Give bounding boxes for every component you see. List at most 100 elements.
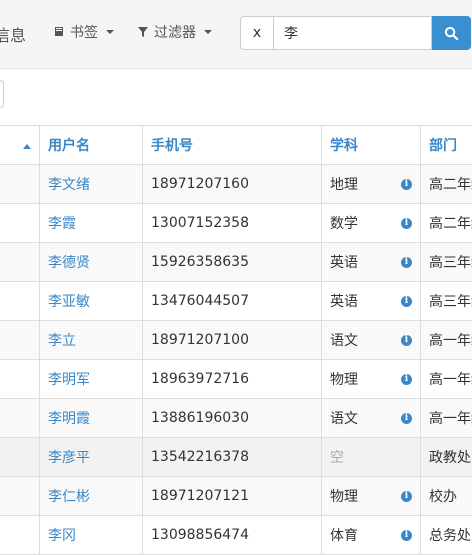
username-link[interactable]: 李立	[40, 321, 143, 360]
username-link[interactable]: 李亚敏	[40, 282, 143, 321]
page-title: 信息	[0, 22, 26, 46]
subject-label: 体育	[330, 525, 358, 545]
subject-label: 英语	[330, 291, 358, 311]
table-row[interactable]: 李仁彬18971207121 物理 i 校办	[0, 477, 472, 516]
row-checkbox-cell[interactable]	[0, 204, 40, 243]
column-header-sort[interactable]	[0, 126, 40, 165]
table-row[interactable]: 李德贤15926358635英语i高三年级	[0, 243, 472, 282]
subject-label: 数学	[330, 213, 358, 233]
table-row[interactable]: 李文绪18971207160 地理 i 高二年级	[0, 165, 472, 204]
search-button[interactable]	[432, 16, 471, 50]
department-cell: 总务处	[421, 516, 472, 555]
username-link[interactable]: 李彦平	[40, 438, 143, 477]
filter-label: 过滤器	[154, 22, 196, 42]
subject-cell: 物理 i	[322, 360, 421, 399]
phone-cell: 15926358635	[143, 243, 322, 282]
caret-down-icon	[106, 30, 114, 34]
sort-up-icon	[23, 144, 31, 149]
subject-cell: 英语 i	[322, 282, 421, 321]
username-link[interactable]: 李明霞	[40, 399, 143, 438]
phone-cell: 18971207121	[143, 477, 322, 516]
department-cell: 高三年级	[421, 243, 472, 282]
info-icon[interactable]: i	[401, 530, 412, 541]
row-checkbox-cell[interactable]	[0, 243, 40, 282]
department-cell: 高二年级	[421, 204, 472, 243]
info-icon[interactable]: i	[401, 335, 412, 346]
subject-cell: 体育 i	[322, 516, 421, 555]
department-cell: 高一年级	[421, 321, 472, 360]
subject-cell: 语文 i	[322, 321, 421, 360]
department-cell: 高一年级	[421, 399, 472, 438]
subject-cell: 地理 i	[322, 165, 421, 204]
department-cell: 高一年级	[421, 360, 472, 399]
username-link[interactable]: 李仁彬	[40, 477, 143, 516]
table-row[interactable]: 李彦平13542216378空政教处	[0, 438, 472, 477]
row-checkbox-cell[interactable]	[0, 165, 40, 204]
row-checkbox-cell[interactable]	[0, 321, 40, 360]
book-icon	[53, 26, 65, 38]
phone-cell: 13007152358	[143, 204, 322, 243]
search-clear-button[interactable]: x	[240, 16, 273, 50]
funnel-icon	[137, 26, 149, 38]
column-header-phone[interactable]: 手机号	[143, 126, 322, 165]
phone-cell: 13886196030	[143, 399, 322, 438]
username-link[interactable]: 李冈	[40, 516, 143, 555]
phone-cell: 13476044507	[143, 282, 322, 321]
department-cell: 校办	[421, 477, 472, 516]
row-checkbox-cell[interactable]	[0, 282, 40, 321]
info-icon[interactable]: i	[401, 491, 412, 502]
table-row[interactable]: 李亚敏13476044507 英语 i 高三年级	[0, 282, 472, 321]
search-input[interactable]	[273, 16, 432, 50]
info-icon[interactable]: i	[401, 257, 412, 268]
subject-label: 语文	[330, 330, 358, 350]
results-table: 用户名 手机号 学科 部门 李文绪18971207160地理i高二年级李霞130…	[0, 125, 472, 555]
bookmark-dropdown[interactable]: 书签	[53, 22, 114, 42]
row-checkbox-cell[interactable]	[0, 438, 40, 477]
department-cell: 高二年级	[421, 165, 472, 204]
info-icon[interactable]: i	[401, 413, 412, 424]
phone-cell: 18971207100	[143, 321, 322, 360]
info-icon[interactable]: i	[401, 218, 412, 229]
column-header-department[interactable]: 部门	[421, 126, 472, 165]
caret-down-icon	[204, 30, 212, 34]
pagination-stub[interactable]	[0, 80, 4, 108]
username-link[interactable]: 李明军	[40, 360, 143, 399]
department-cell: 政教处	[421, 438, 472, 477]
row-checkbox-cell[interactable]	[0, 399, 40, 438]
subject-label: 物理	[330, 369, 358, 389]
table-row[interactable]: 李明霞13886196030 语文 i 高一年级	[0, 399, 472, 438]
phone-cell: 18963972716	[143, 360, 322, 399]
info-icon[interactable]: i	[401, 179, 412, 190]
username-link[interactable]: 李霞	[40, 204, 143, 243]
table-header-row: 用户名 手机号 学科 部门	[0, 126, 472, 165]
row-checkbox-cell[interactable]	[0, 477, 40, 516]
phone-cell: 13542216378	[143, 438, 322, 477]
row-checkbox-cell[interactable]	[0, 360, 40, 399]
subject-cell: 英语i	[322, 243, 421, 282]
table-row[interactable]: 李霞13007152358 数学 i 高二年级	[0, 204, 472, 243]
table-row[interactable]: 李冈13098856474 体育 i 总务处	[0, 516, 472, 555]
toolbar: 信息 书签 过滤器 x	[0, 0, 472, 69]
search-group: x	[240, 16, 472, 50]
subject-cell: 物理 i	[322, 477, 421, 516]
column-header-username[interactable]: 用户名	[40, 126, 143, 165]
info-icon[interactable]: i	[401, 374, 412, 385]
username-link[interactable]: 李德贤	[40, 243, 143, 282]
username-link[interactable]: 李文绪	[40, 165, 143, 204]
table-body: 李文绪18971207160地理i高二年级李霞13007152358数学i高二年…	[0, 165, 472, 555]
row-checkbox-cell[interactable]	[0, 516, 40, 555]
table-row[interactable]: 李立18971207100 语文 i 高一年级	[0, 321, 472, 360]
subject-cell: 数学 i	[322, 204, 421, 243]
subject-cell: 语文 i	[322, 399, 421, 438]
filter-dropdown[interactable]: 过滤器	[137, 22, 212, 42]
table-row[interactable]: 李明军18963972716 物理 i 高一年级	[0, 360, 472, 399]
column-header-subject[interactable]: 学科	[322, 126, 421, 165]
info-icon[interactable]: i	[401, 296, 412, 307]
phone-cell: 18971207160	[143, 165, 322, 204]
department-cell: 高三年级	[421, 282, 472, 321]
subject-label: 物理	[330, 486, 358, 506]
subject-label: 地理	[330, 174, 358, 194]
subject-label: 语文	[330, 408, 358, 428]
search-icon	[444, 26, 459, 41]
phone-cell: 13098856474	[143, 516, 322, 555]
